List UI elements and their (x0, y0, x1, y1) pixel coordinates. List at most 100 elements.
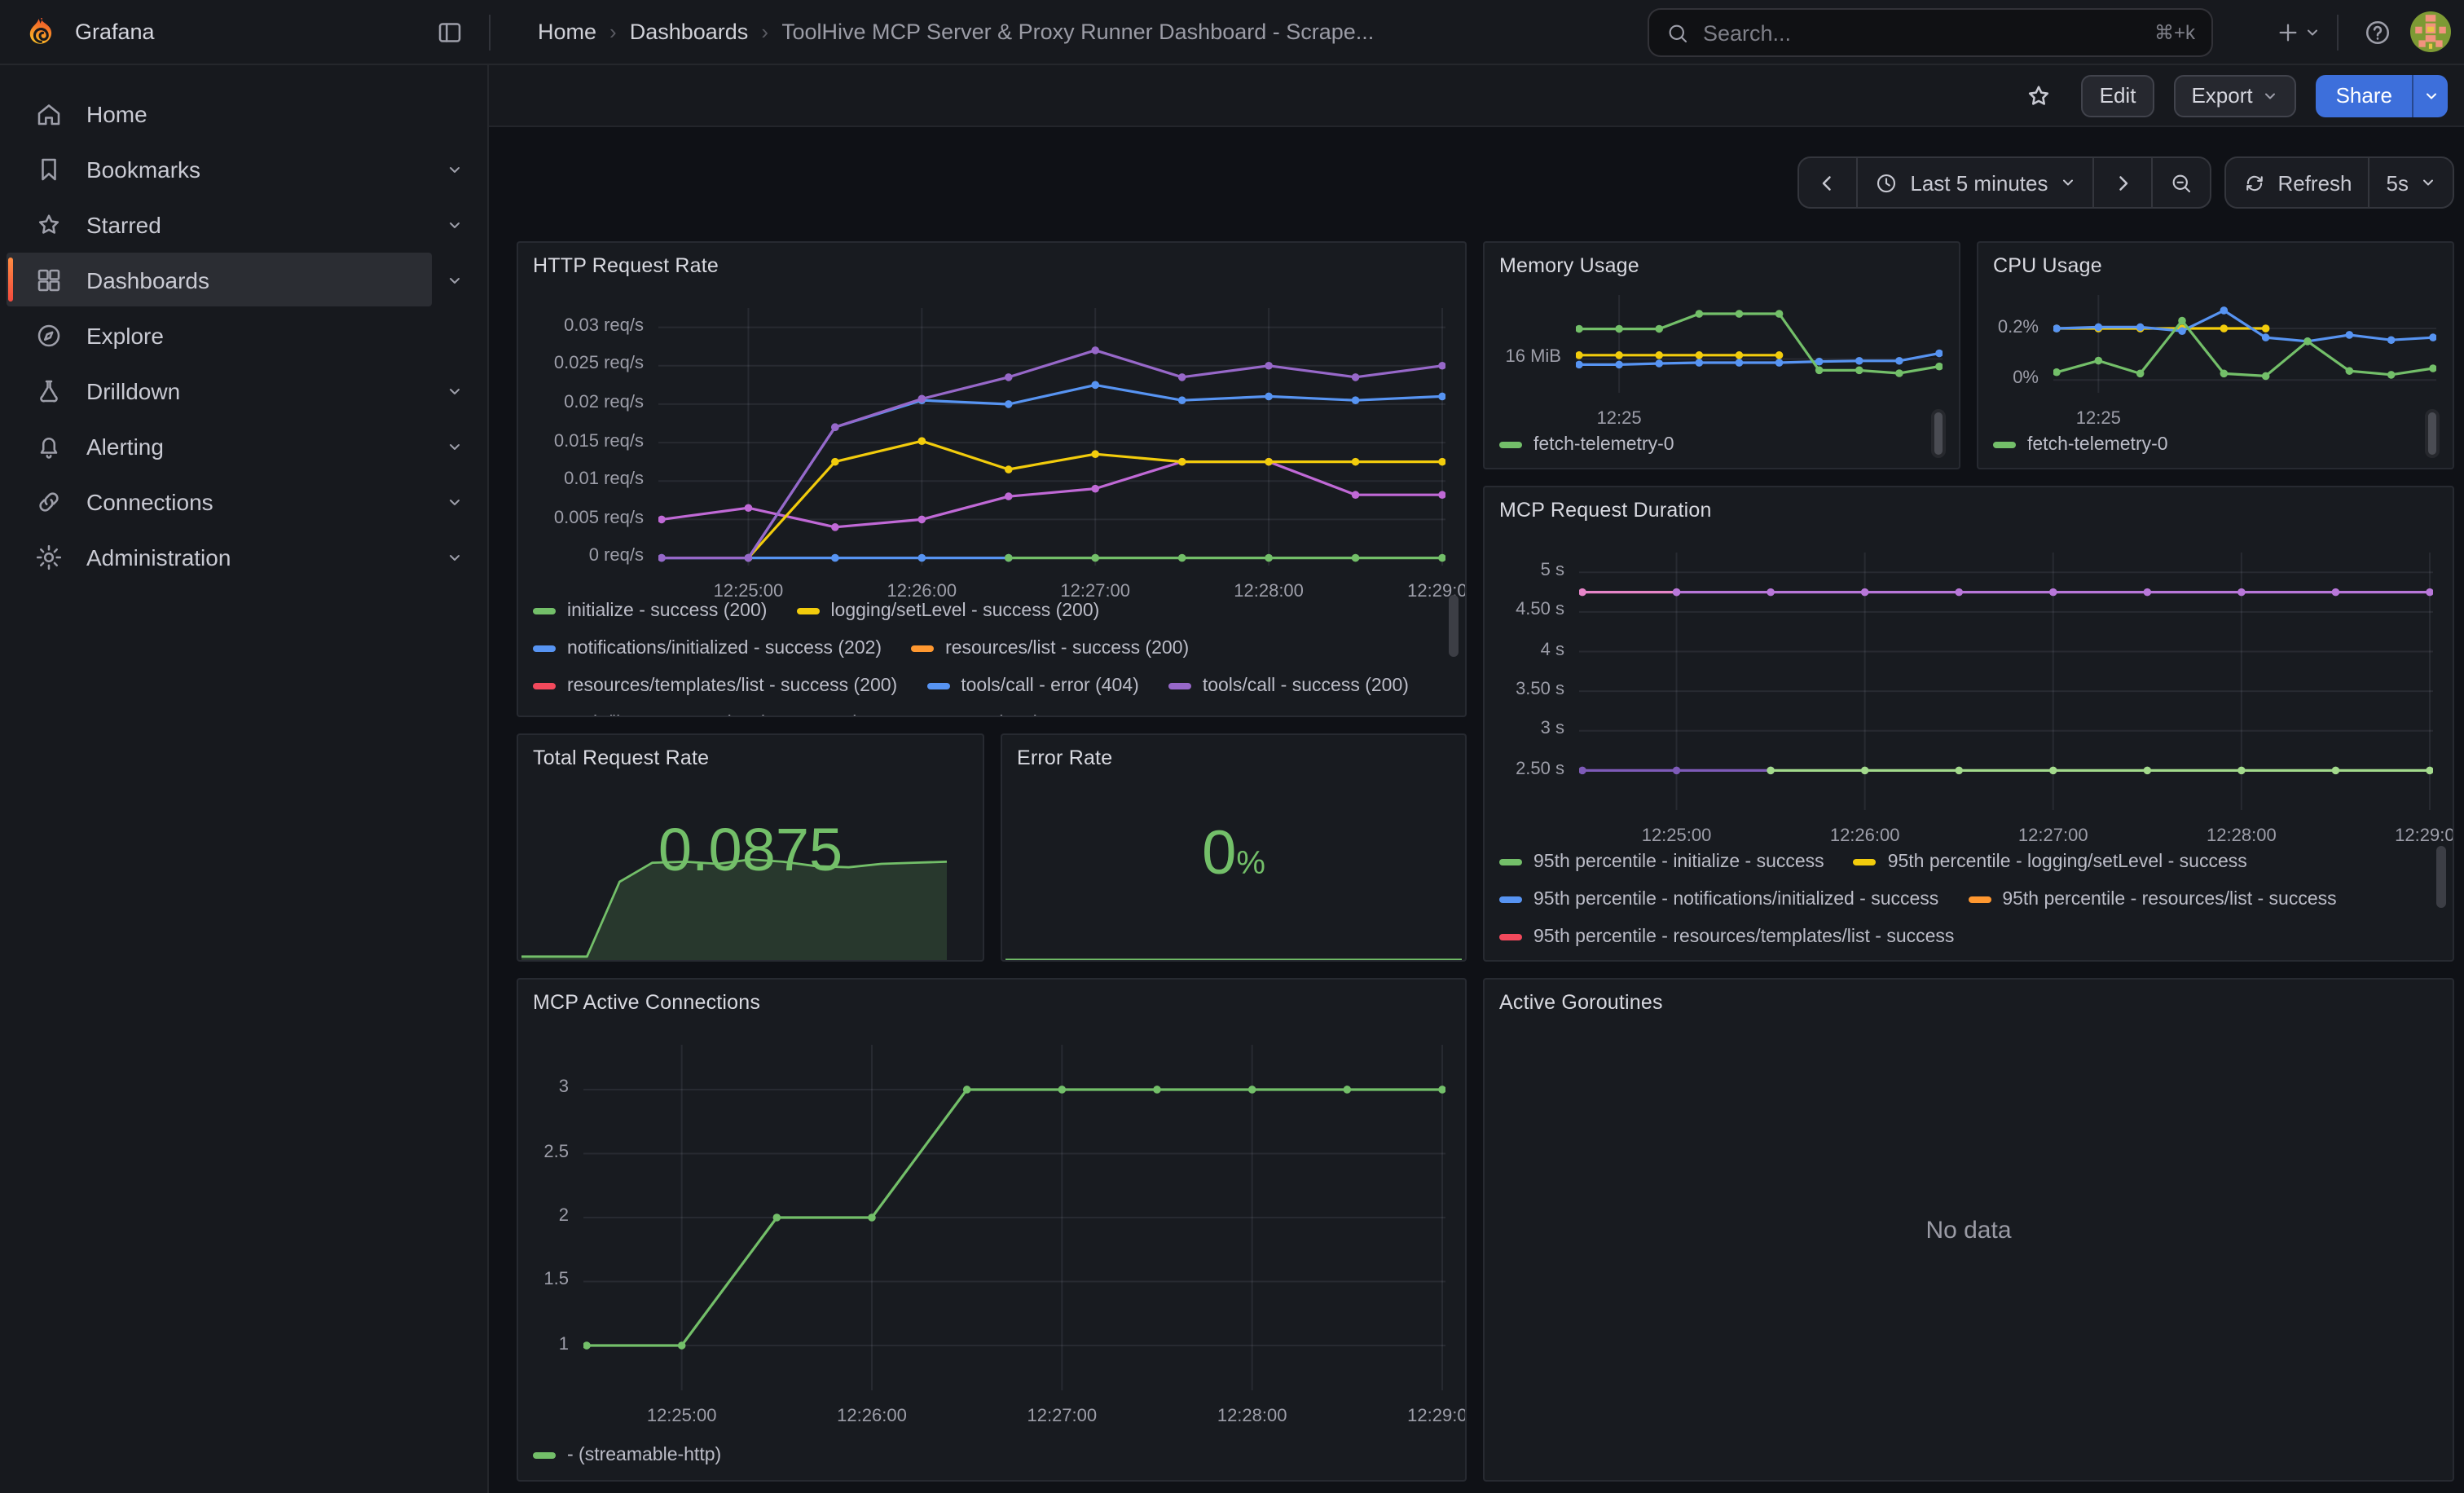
time-shift-back-button[interactable] (1799, 158, 1856, 207)
sidebar-item-explore[interactable]: Explore (7, 308, 432, 362)
expand-chevron-icon[interactable] (432, 423, 477, 469)
expand-chevron-icon[interactable] (432, 534, 477, 579)
legend-item[interactable]: 95th percentile - logging/setLevel - suc… (1854, 843, 2247, 880)
mcp-active-connections-chart[interactable]: 32.521.51 12:25:0012:26:0012:27:0012:28:… (525, 1045, 1445, 1420)
legend-item[interactable]: initialize - success (200) (533, 592, 767, 629)
legend-label: resources/templates/list - success (200) (567, 676, 897, 695)
refresh-button[interactable]: Refresh (2225, 158, 2368, 207)
stat-number: 0 (1202, 820, 1236, 888)
legend-label: 95th percentile - resources/list - succe… (2002, 889, 2336, 909)
legend-label: notifications/initialized - success (202… (567, 638, 882, 658)
http-request-rate-chart[interactable]: 0.03 req/s0.025 req/s0.02 req/s0.015 req… (525, 308, 1445, 595)
plot-area[interactable] (2053, 295, 2436, 401)
legend-item[interactable]: tools/call - success (200) (1168, 667, 1409, 704)
legend-item[interactable]: 95th percentile - initialize - success (1499, 843, 1824, 880)
star-icon (34, 209, 64, 239)
legend-item[interactable]: fetch-telemetry-0 (1993, 425, 2168, 463)
plot-area[interactable] (1576, 295, 1943, 401)
mcp-request-duration-chart[interactable]: 5 s4.50 s4 s3.50 s3 s2.50 s 12:25:0012:2… (1491, 553, 2433, 839)
panel-mcp-active-connections: MCP Active Connections 32.521.51 12:25:0… (517, 978, 1467, 1482)
expand-chevron-icon[interactable] (432, 478, 477, 524)
legend-item[interactable]: tools/list - success (200) (533, 704, 768, 716)
help-button[interactable] (2355, 9, 2400, 55)
legend-item[interactable]: logging/setLevel - success (200) (796, 592, 1099, 629)
panel-title[interactable]: Error Rate (1017, 746, 1112, 769)
panel-title[interactable]: Active Goroutines (1499, 991, 1663, 1014)
legend-scrollbar[interactable] (1449, 595, 1459, 657)
panel-title[interactable]: Memory Usage (1499, 254, 1639, 277)
sidebar-item-label: Starred (86, 211, 161, 237)
stat-unit: % (1236, 846, 1265, 882)
time-shift-forward-button[interactable] (2092, 158, 2150, 207)
legend-scrollbar[interactable] (2425, 409, 2440, 458)
plot-area[interactable] (658, 308, 1445, 574)
plot-area[interactable] (1579, 553, 2433, 818)
panel-title[interactable]: CPU Usage (1993, 254, 2102, 277)
legend-item[interactable]: tools/call - error (404) (926, 667, 1139, 704)
sidebar-item-dashboards[interactable]: Dashboards (7, 253, 432, 306)
panel-http-request-rate: HTTP Request Rate 0.03 req/s0.025 req/s0… (517, 241, 1467, 717)
stat-value: 0% (1002, 820, 1465, 890)
refresh-interval-picker[interactable]: 5s (2369, 158, 2453, 207)
export-button[interactable]: Export (2173, 74, 2296, 117)
sidebar-item-bookmarks[interactable]: Bookmarks (7, 142, 432, 196)
legend-scrollbar[interactable] (2436, 846, 2446, 908)
legend-item[interactable]: 95th percentile - resources/list - succe… (1968, 880, 2336, 918)
time-range-picker[interactable]: Last 5 minutes (1856, 158, 2092, 207)
plot-area[interactable] (583, 1045, 1445, 1398)
legend-label: 95th percentile - resources/templates/li… (1533, 927, 1954, 946)
legend-swatch (796, 607, 819, 614)
breadcrumb-home[interactable]: Home (538, 20, 596, 44)
refresh-label: Refresh (2277, 170, 2352, 195)
share-menu-button[interactable] (2412, 74, 2448, 117)
legend-item[interactable]: resources/templates/list - success (200) (533, 667, 897, 704)
sidebar-item-connections[interactable]: Connections (7, 474, 432, 528)
cpu-usage-chart[interactable]: 0.2%0% 12:25 (1985, 295, 2436, 422)
legend-scrollbar[interactable] (1931, 409, 1946, 458)
legend-swatch (1968, 896, 1991, 902)
share-button[interactable]: Share (2317, 74, 2412, 117)
panel-title[interactable]: MCP Request Duration (1499, 499, 1712, 522)
sidebar-item-home[interactable]: Home (7, 86, 432, 140)
legend-item[interactable]: resources/list - success (200) (911, 629, 1189, 667)
panel-title[interactable]: HTTP Request Rate (533, 254, 719, 277)
legend-item[interactable]: 95th percentile - resources/templates/li… (1499, 918, 1954, 955)
legend-swatch (1499, 896, 1522, 902)
sidebar-item-drilldown[interactable]: Drilldown (7, 363, 432, 417)
panel-cpu-usage: CPU Usage 0.2%0% 12:25 fetch-telemetry-0 (1977, 241, 2454, 469)
nav-divider (489, 15, 491, 51)
panel-error-rate: Error Rate 0% (1001, 733, 1467, 962)
legend-item[interactable]: - (streamable-http) (533, 1436, 721, 1473)
compass-icon (34, 320, 64, 350)
sidebar-menu: HomeBookmarks Starred DashboardsExploreDri… (0, 86, 487, 584)
zoom-out-button[interactable] (2150, 158, 2209, 207)
legend-item[interactable]: fetch-telemetry-0 (1499, 425, 1674, 463)
expand-chevron-icon[interactable] (432, 257, 477, 302)
time-range-label: Last 5 minutes (1910, 170, 2048, 195)
expand-chevron-icon[interactable] (432, 201, 477, 247)
expand-chevron-icon[interactable] (432, 146, 477, 192)
search-input[interactable] (1703, 20, 2141, 45)
legend-label: tools/call - error (404) (961, 676, 1139, 695)
avatar[interactable] (2410, 11, 2451, 52)
dock-menu-icon[interactable] (427, 9, 473, 55)
search-box[interactable]: ⌘+k (1648, 8, 2213, 57)
nav-divider (2337, 14, 2339, 50)
legend-item[interactable]: 95th percentile - notifications/initiali… (1499, 880, 1938, 918)
sidebar-item-administration[interactable]: Administration (7, 530, 432, 584)
add-button[interactable] (2275, 9, 2321, 55)
link-icon (34, 487, 64, 516)
legend-item[interactable]: notifications/initialized - success (202… (533, 629, 882, 667)
breadcrumb-dashboards[interactable]: Dashboards (630, 20, 749, 44)
sidebar-item-starred[interactable]: Starred (7, 197, 432, 251)
memory-usage-chart[interactable]: 16 MiB 12:25 (1491, 295, 1943, 422)
sidebar-item-alerting[interactable]: Alerting (7, 419, 432, 473)
legend-item[interactable]: unknown - success (200) (798, 704, 1041, 716)
legend-swatch (926, 682, 949, 689)
star-dashboard-button[interactable] (2017, 73, 2062, 118)
legend-swatch (1499, 858, 1522, 865)
panel-title[interactable]: MCP Active Connections (533, 991, 760, 1014)
expand-chevron-icon[interactable] (432, 368, 477, 413)
edit-button[interactable]: Edit (2082, 74, 2154, 117)
panel-title[interactable]: Total Request Rate (533, 746, 709, 769)
